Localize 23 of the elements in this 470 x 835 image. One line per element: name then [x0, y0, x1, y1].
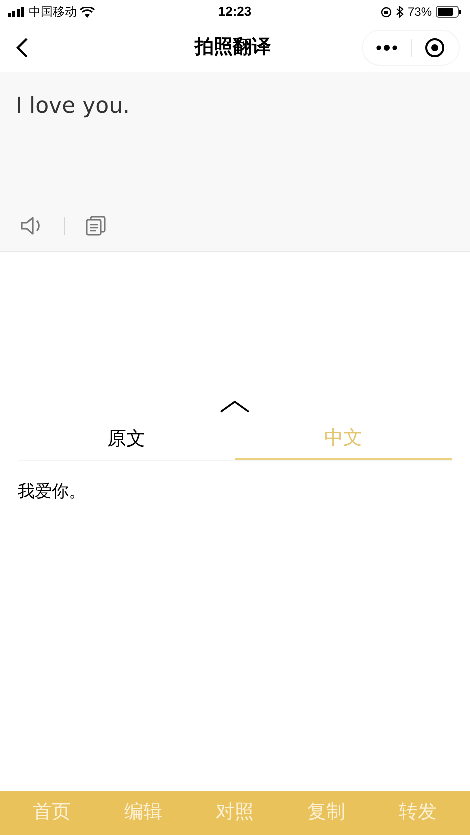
target-icon [425, 38, 446, 58]
source-text: I love you. [16, 93, 132, 121]
bottom-bar-item[interactable]: 首页 [6, 798, 98, 828]
bottom-bar-item[interactable]: 编辑 [98, 798, 190, 828]
language-tab[interactable]: 原文 [18, 420, 235, 460]
battery-percent: 73% [408, 4, 432, 21]
language-tab[interactable]: 中文 [235, 420, 452, 460]
clock-time: 12:23 [218, 3, 252, 22]
wifi-icon [80, 6, 95, 18]
translation-text: 我爱你。 [18, 481, 87, 503]
bottom-bar-item[interactable]: 复制 [280, 798, 372, 828]
rotation-lock-icon [380, 6, 392, 18]
bluetooth-icon [396, 6, 404, 18]
page-title: 拍照翻译 [195, 36, 271, 60]
dots-icon [376, 45, 398, 51]
signal-icon [8, 7, 26, 17]
chevron-up-icon[interactable] [219, 400, 251, 414]
chevron-left-icon [15, 37, 29, 59]
carrier-name: 中国移动 [29, 4, 77, 21]
bottom-bar-item[interactable]: 转发 [372, 798, 464, 828]
bottom-bar-item[interactable]: 对照 [189, 798, 281, 828]
copy-icon[interactable] [85, 215, 107, 237]
battery-icon [436, 6, 462, 18]
